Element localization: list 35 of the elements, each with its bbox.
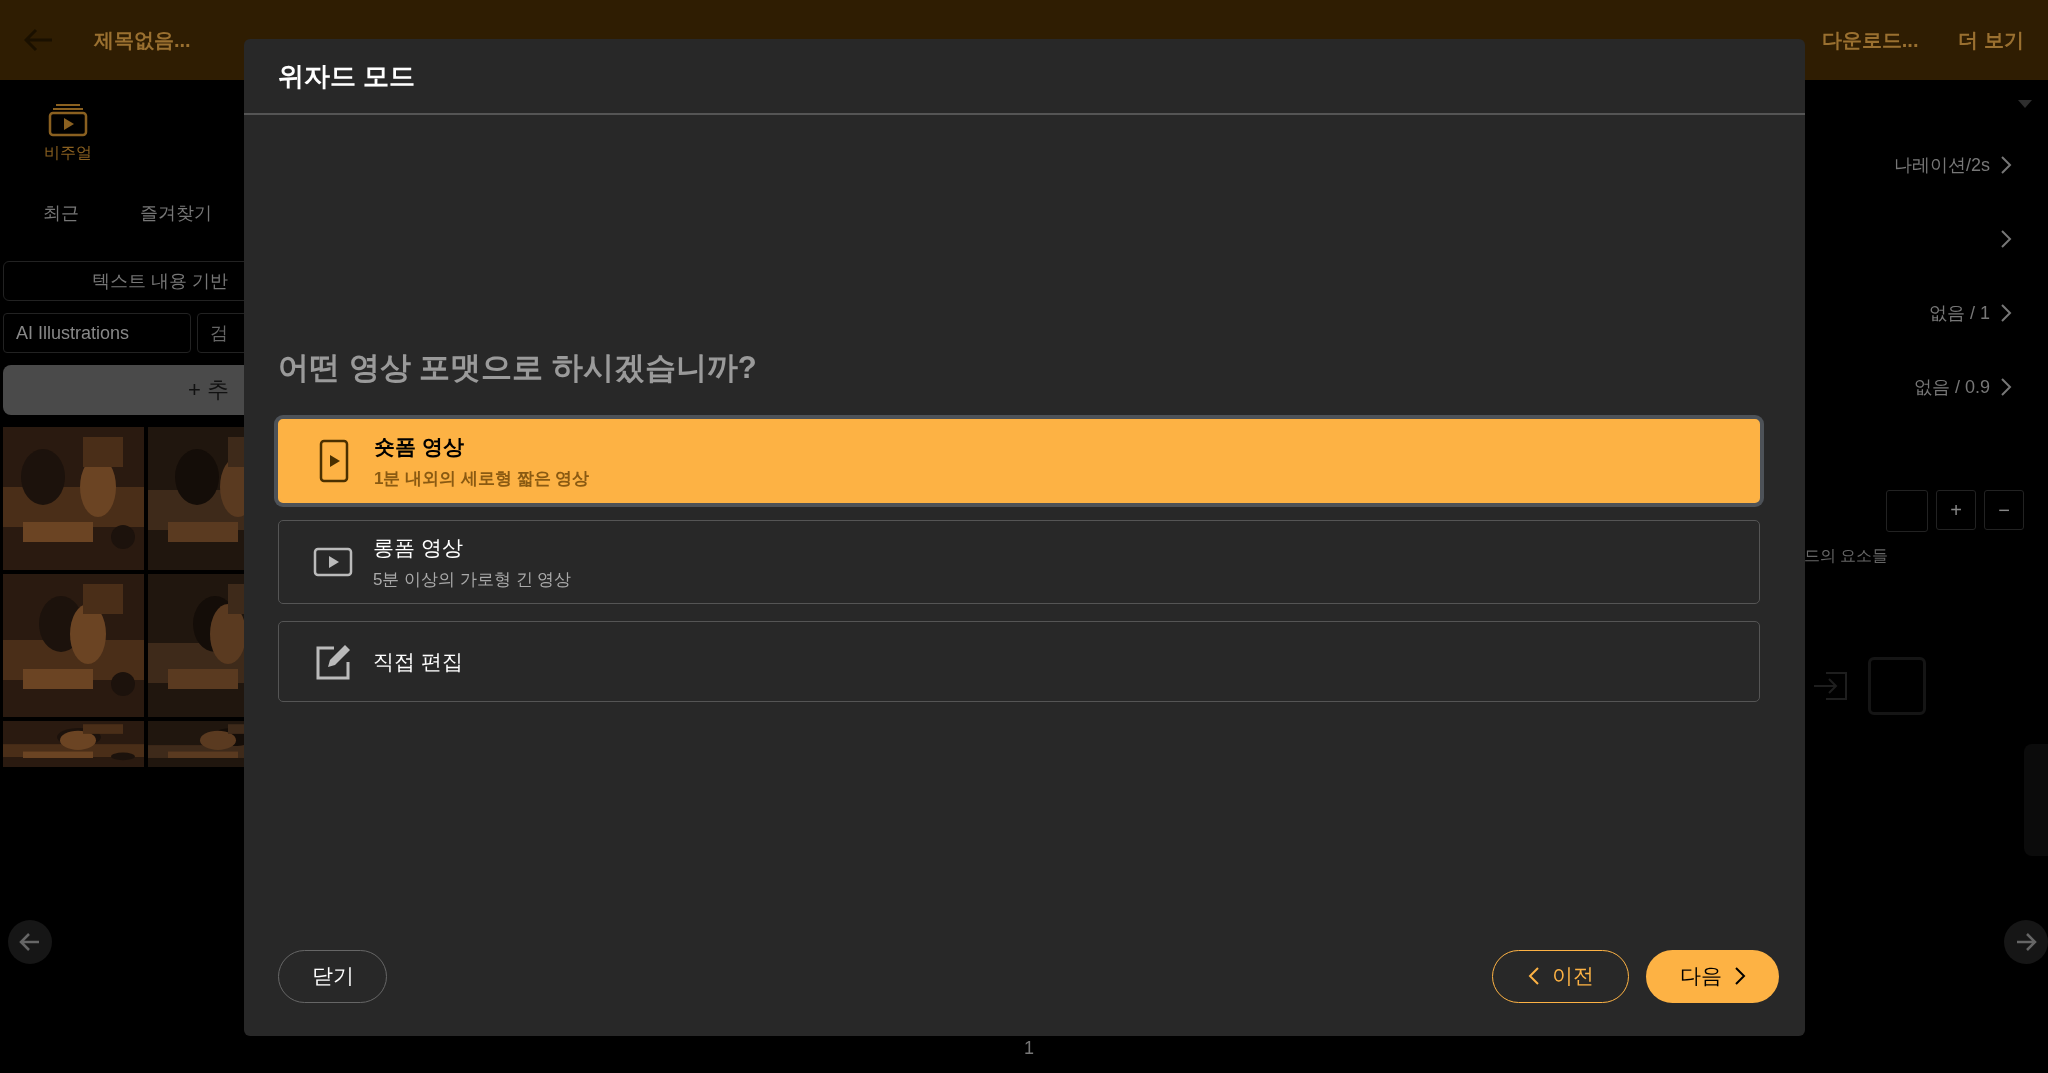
arrow-right-icon	[2015, 932, 2037, 952]
zoom-value-field[interactable]	[1886, 490, 1928, 532]
previous-arrow-button[interactable]	[8, 920, 52, 964]
page-number: 1	[1024, 1038, 1034, 1059]
play-icon	[313, 547, 353, 577]
chevron-right-icon	[2000, 155, 2012, 175]
setting-row[interactable]: 없음 / 1	[1923, 276, 2018, 350]
caret-icon[interactable]	[2018, 100, 2032, 108]
edit-icon	[314, 642, 352, 681]
section-heading: 드의 요소들	[1804, 546, 1889, 566]
zoom-in-button[interactable]: +	[1936, 490, 1976, 530]
play-icon	[319, 439, 349, 483]
source-dropdown[interactable]: AI Illustrations	[3, 313, 191, 353]
chevron-right-icon	[1733, 966, 1746, 986]
setting-row[interactable]: 나레이션/2s	[1888, 128, 2018, 202]
more-button[interactable]: 더 보기	[1958, 26, 2024, 54]
chevron-right-icon	[2000, 229, 2012, 249]
arrow-left-icon	[19, 932, 41, 952]
video-stack-icon	[48, 103, 88, 137]
dialog-title: 위자드 모드	[244, 39, 1805, 115]
setting-row[interactable]: 없음 / 0.9	[1907, 350, 2018, 424]
format-option[interactable]: 롱폼 영상 5분 이상의 가로형 긴 영상	[278, 520, 1760, 604]
filter-tab[interactable]: 즐겨찾기	[118, 201, 233, 225]
zoom-out-button[interactable]: −	[1984, 490, 2024, 530]
enter-icon[interactable]	[1812, 671, 1848, 701]
chevron-right-icon	[2000, 303, 2012, 323]
chevron-right-icon	[2000, 377, 2012, 397]
next-button[interactable]: 다음	[1646, 949, 1779, 1003]
download-button[interactable]: 다운로드...	[1821, 26, 1919, 54]
format-option[interactable]: 직접 편집	[278, 621, 1760, 702]
project-title[interactable]: 제목없음...	[94, 26, 191, 54]
next-arrow-button[interactable]	[2004, 920, 2048, 964]
chevron-left-icon	[1527, 966, 1540, 986]
sidebar-tab[interactable]: 비주얼	[3, 102, 133, 165]
filter-tab[interactable]: 최근	[3, 201, 118, 225]
